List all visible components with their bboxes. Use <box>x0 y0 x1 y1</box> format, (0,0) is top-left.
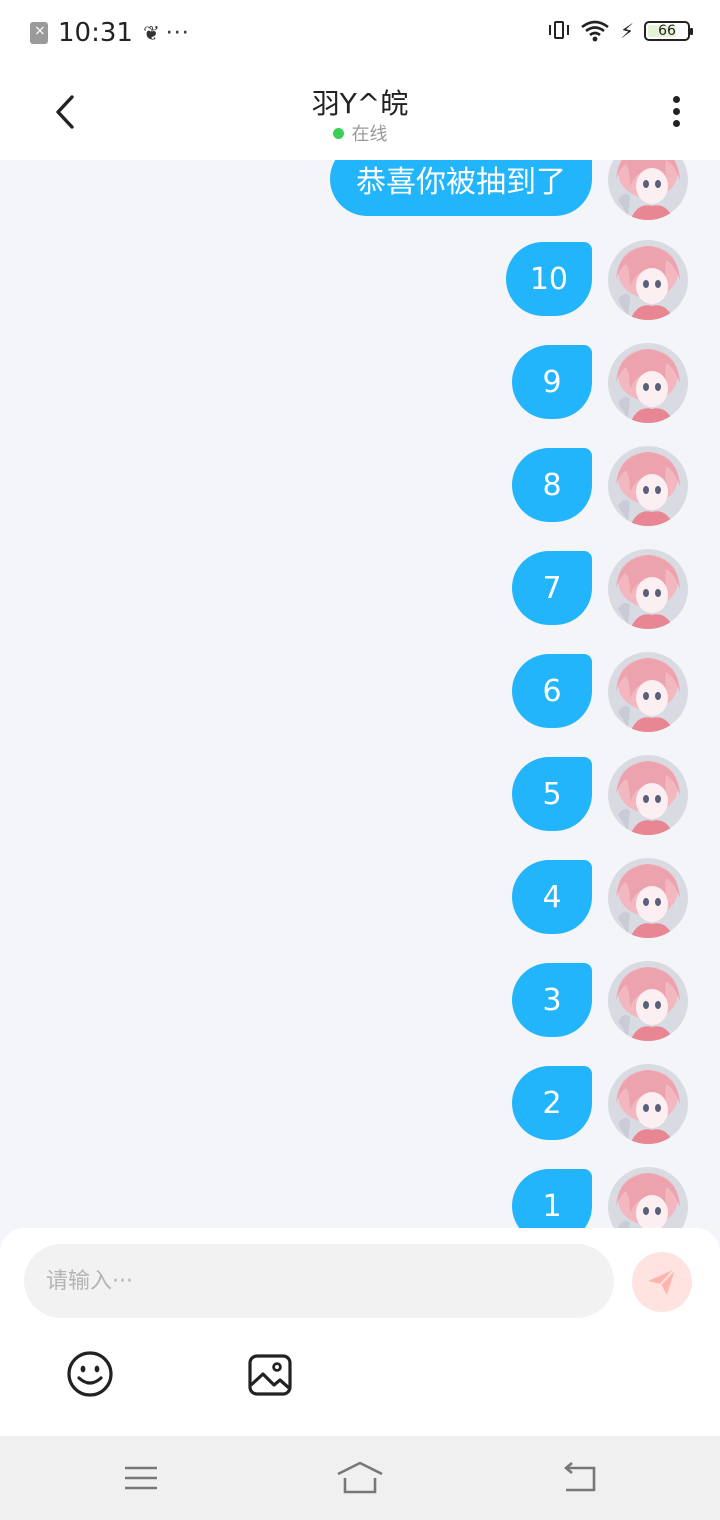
message-bubble[interactable]: 8 <box>512 448 592 522</box>
message-bubble[interactable]: 9 <box>512 345 592 419</box>
avatar[interactable] <box>608 160 688 220</box>
avatar[interactable] <box>608 240 688 320</box>
avatar[interactable] <box>608 961 688 1041</box>
chat-header: 羽Y^皖 在线 <box>0 64 720 160</box>
message-bubble[interactable]: 3 <box>512 963 592 1037</box>
wechat-icon: ❦ <box>142 21 160 45</box>
message-composer <box>0 1228 720 1436</box>
avatar[interactable] <box>608 858 688 938</box>
avatar[interactable] <box>608 549 688 629</box>
status-bar: 10:31 ❦ ··· ⚡ 66 <box>0 0 720 64</box>
message-bubble[interactable]: 恭喜你被抽到了 <box>330 160 592 216</box>
send-button[interactable] <box>632 1252 692 1312</box>
avatar[interactable] <box>608 1064 688 1144</box>
message-row: 7 <box>0 549 720 631</box>
message-bubble[interactable]: 2 <box>512 1066 592 1140</box>
image-icon[interactable] <box>246 1352 294 1398</box>
message-row: 10 <box>0 240 720 322</box>
avatar[interactable] <box>608 343 688 423</box>
avatar[interactable] <box>608 652 688 732</box>
message-row: 4 <box>0 858 720 940</box>
emoji-icon[interactable] <box>66 1350 114 1398</box>
message-row: 5 <box>0 755 720 837</box>
vibrate-icon <box>548 18 570 44</box>
avatar[interactable] <box>608 446 688 526</box>
battery-indicator: 66 <box>644 21 693 41</box>
online-status-label: 在线 <box>351 124 388 145</box>
online-dot-icon <box>332 128 344 139</box>
message-input-wrapper[interactable] <box>24 1244 614 1318</box>
system-nav-bar <box>0 1436 720 1520</box>
battery-level: 66 <box>658 23 676 39</box>
online-status: 在线 <box>0 120 720 146</box>
chat-title: 羽Y^皖 <box>311 87 409 120</box>
message-row: 恭喜你被抽到了 <box>0 160 720 222</box>
message-input[interactable] <box>44 1267 594 1295</box>
status-time: 10:31 <box>58 18 133 48</box>
menu-icon[interactable] <box>124 1464 158 1492</box>
message-bubble[interactable]: 5 <box>512 757 592 831</box>
message-row: 8 <box>0 446 720 528</box>
status-more-notifications: ··· <box>165 20 190 46</box>
message-row: 1 <box>0 1167 720 1228</box>
charging-icon: ⚡ <box>619 19 634 43</box>
home-icon[interactable] <box>336 1460 384 1496</box>
avatar[interactable] <box>608 755 688 835</box>
wifi-icon <box>581 20 609 42</box>
message-row: 2 <box>0 1064 720 1146</box>
message-bubble[interactable]: 1 <box>512 1169 592 1228</box>
message-bubble[interactable]: 6 <box>512 654 592 728</box>
more-icon[interactable] <box>664 96 688 132</box>
message-row: 9 <box>0 343 720 425</box>
message-bubble[interactable]: 10 <box>505 242 592 316</box>
message-list[interactable]: 恭喜你被抽到了 10 9 8 7 6 5 4 3 2 1 <box>0 160 720 1228</box>
avatar[interactable] <box>608 1167 688 1228</box>
status-right: ⚡ 66 <box>548 18 693 44</box>
send-icon <box>648 1268 676 1295</box>
message-row: 6 <box>0 652 720 734</box>
message-row: 3 <box>0 961 720 1043</box>
return-icon[interactable] <box>560 1462 598 1494</box>
message-bubble[interactable]: 7 <box>512 551 592 625</box>
message-bubble[interactable]: 4 <box>512 860 592 934</box>
no-sim-icon <box>30 22 48 44</box>
status-left: 10:31 ❦ ··· <box>30 16 190 50</box>
